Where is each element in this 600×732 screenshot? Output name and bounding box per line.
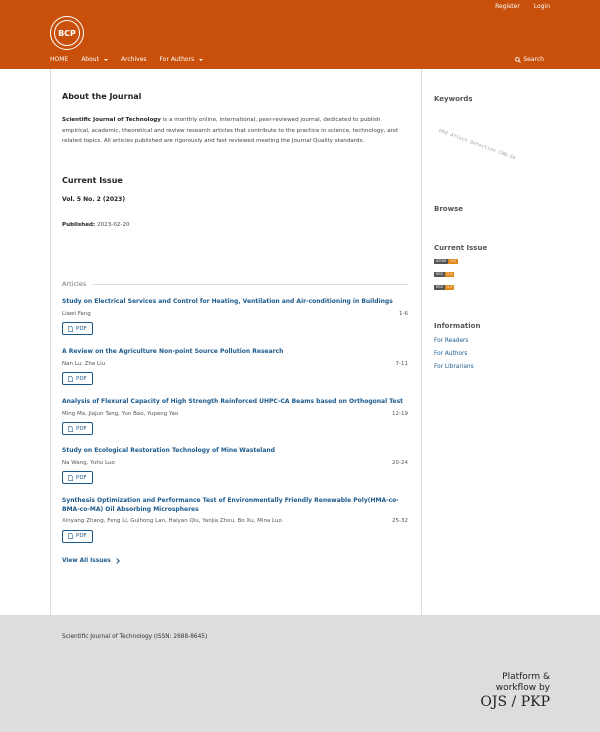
primary-nav: HOME About Archives For Authors — [50, 56, 204, 63]
article-pages: 7-11 — [395, 360, 408, 367]
article-meta: Ming Ma, Jiajun Tang, Yun Bao, Yupeng Ya… — [62, 411, 408, 417]
article-item: Study on Ecological Restoration Technolo… — [62, 447, 408, 485]
article-meta: Na Wang, Yuhu Luo 20-24 — [62, 460, 408, 466]
register-link[interactable]: Register — [495, 3, 520, 10]
article-pages: 20-24 — [392, 459, 408, 466]
file-pdf-icon — [68, 375, 73, 382]
atom-feed-badge[interactable]: ATOM 1.0 — [434, 259, 458, 264]
pdf-button[interactable]: PDF — [62, 529, 93, 543]
issue-volume: Vol. 5 No. 2 (2023) — [62, 196, 126, 203]
info-link-authors[interactable]: For Authors — [434, 351, 467, 357]
article-title[interactable]: Synthesis Optimization and Performance T… — [62, 497, 408, 514]
user-nav: Register Login — [495, 3, 550, 10]
caret-down-icon — [103, 58, 108, 61]
info-link-readers[interactable]: For Readers — [434, 338, 468, 344]
nav-for-authors[interactable]: For Authors — [160, 56, 204, 63]
logo-text: BCP — [54, 20, 80, 46]
article-meta: Nan Lu, Zhe Liu 7-11 — [62, 361, 408, 367]
current-issue-title: Current Issue — [62, 176, 123, 185]
feed-version: 1.0 — [448, 259, 458, 264]
nav-archives-label: Archives — [120, 56, 147, 63]
pdf-label: PDF — [76, 425, 87, 432]
keywords-cloud[interactable]: HHd Attack Detection CNN-SA — [438, 128, 516, 161]
feed-type: ATOM — [434, 259, 449, 264]
information-title: Information — [434, 322, 481, 330]
article-meta: Liwei Fang 1-6 — [62, 311, 408, 317]
chevron-right-icon — [113, 558, 120, 564]
feed-type: RSS — [434, 272, 445, 277]
article-pages: 1-6 — [399, 310, 408, 317]
pdf-button[interactable]: PDF — [62, 372, 93, 385]
rss1-feed-badge[interactable]: RSS 1.0 — [434, 285, 455, 290]
article-authors: Liwei Fang — [62, 310, 91, 317]
pdf-button[interactable]: PDF — [62, 471, 93, 484]
published-date: 2023-02-20 — [97, 222, 130, 228]
search-icon — [515, 56, 522, 63]
article-title[interactable]: Study on Electrical Services and Control… — [62, 298, 408, 307]
issue-published: Published: 2023-02-20 — [62, 222, 130, 228]
nav-home[interactable]: HOME — [50, 56, 68, 63]
article-meta: Xinyang Zhang, Feng Li, Guihong Lan, Hai… — [62, 518, 408, 524]
file-pdf-icon — [68, 533, 73, 539]
rss2-feed-badge[interactable]: RSS 2.0 — [434, 272, 455, 277]
journal-logo[interactable]: BCP — [50, 16, 84, 50]
pdf-button[interactable]: PDF — [62, 422, 93, 435]
about-section: About the Journal Scientific Journal of … — [62, 92, 407, 147]
view-all-issues-link[interactable]: View All Issues — [62, 558, 120, 564]
pdf-label: PDF — [76, 474, 87, 481]
search-link[interactable]: Search — [515, 56, 544, 63]
caret-down-icon — [199, 58, 204, 61]
pdf-label: PDF — [76, 533, 87, 539]
pkp-line2: workflow by — [495, 683, 550, 693]
pdf-button[interactable]: PDF — [62, 322, 93, 335]
nav-archives[interactable]: Archives — [121, 56, 147, 63]
article-authors: Xinyang Zhang, Feng Li, Guihong Lan, Hai… — [62, 518, 282, 524]
pkp-logo[interactable]: Platform & workflow by OJS / PKP — [470, 672, 550, 710]
article-title[interactable]: Study on Ecological Restoration Technolo… — [62, 447, 408, 456]
journal-name: Scientific Journal of Technology — [62, 117, 161, 123]
nav-about[interactable]: About — [81, 56, 108, 63]
about-text: Scientific Journal of Technology is a mo… — [62, 115, 402, 147]
feed-version: 2.0 — [444, 272, 455, 277]
file-pdf-icon — [68, 425, 73, 432]
login-link[interactable]: Login — [534, 3, 550, 10]
article-authors: Ming Ma, Jiajun Tang, Yun Bao, Yupeng Ya… — [62, 410, 179, 417]
site-header: Register Login BCP HOME About Archives F… — [0, 0, 600, 69]
article-pages: 25-32 — [392, 518, 408, 524]
nav-home-label: HOME — [50, 56, 69, 63]
view-all-label: View All Issues — [62, 558, 111, 564]
nav-for-authors-label: For Authors — [159, 56, 195, 63]
pkp-line3: OJS / PKP — [480, 694, 550, 710]
about-title: About the Journal — [62, 92, 142, 101]
article-title[interactable]: A Review on the Agriculture Non-point So… — [62, 348, 408, 357]
article-authors: Na Wang, Yuhu Luo — [62, 459, 115, 466]
feed-version: 1.0 — [444, 285, 455, 290]
pkp-line1: Platform & — [502, 672, 550, 682]
file-pdf-icon — [68, 474, 73, 481]
sidebar-current-issue-title: Current Issue — [434, 244, 488, 252]
search-label: Search — [523, 56, 544, 63]
article-item: Study on Electrical Services and Control… — [62, 298, 408, 336]
nav-about-label: About — [81, 56, 99, 63]
article-title[interactable]: Analysis of Flexural Capacity of High St… — [62, 398, 408, 407]
articles-divider — [92, 284, 408, 285]
published-label: Published: — [62, 222, 96, 228]
feed-type: RSS — [434, 285, 445, 290]
article-item: Synthesis Optimization and Performance T… — [62, 497, 408, 543]
footer-issn: Scientific Journal of Technology (ISSN: … — [62, 634, 208, 640]
articles-heading: Articles — [62, 280, 87, 288]
article-item: A Review on the Agriculture Non-point So… — [62, 348, 408, 386]
browse-title: Browse — [434, 205, 463, 213]
article-pages: 12-19 — [392, 410, 408, 417]
file-pdf-icon — [68, 325, 73, 332]
keywords-title: Keywords — [434, 95, 473, 103]
article-authors: Nan Lu, Zhe Liu — [62, 360, 106, 367]
pdf-label: PDF — [76, 325, 87, 332]
info-link-librarians[interactable]: For Librarians — [434, 364, 474, 370]
pdf-label: PDF — [76, 375, 87, 382]
article-item: Analysis of Flexural Capacity of High St… — [62, 398, 408, 436]
